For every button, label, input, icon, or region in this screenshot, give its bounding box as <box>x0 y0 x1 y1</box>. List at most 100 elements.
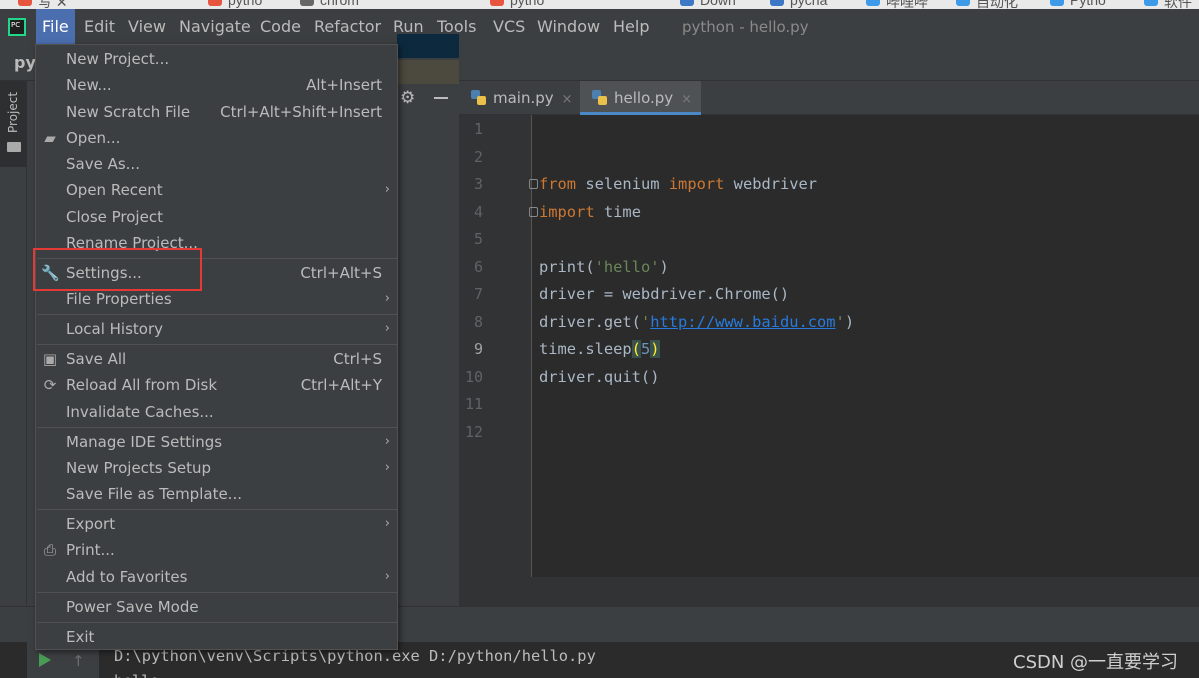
menu-item-close-project[interactable]: Close Project <box>36 204 397 230</box>
browser-tab[interactable]: pytho <box>208 0 262 9</box>
menu-item-new-project[interactable]: New Project... <box>36 46 397 72</box>
menu-item-invalidate-caches[interactable]: Invalidate Caches... <box>36 399 397 425</box>
menu-item-save-file-as-template[interactable]: Save File as Template... <box>36 481 397 507</box>
code-editor[interactable]: 1 2 3 4 5 6 7 8 9 10 11 12 from selenium… <box>459 115 1199 577</box>
code-line-4[interactable]: import time <box>539 203 641 221</box>
folder-open-icon: ▰ <box>44 129 56 147</box>
tab-favicon-icon <box>770 0 784 6</box>
menu-code[interactable]: Code <box>260 9 301 45</box>
menu-separator <box>37 427 397 428</box>
browser-tab[interactable]: 写 ✕ <box>18 0 68 9</box>
menu-refactor[interactable]: Refactor <box>314 9 381 45</box>
tab-main-py[interactable]: main.py × <box>459 81 579 115</box>
breadcrumb-project[interactable]: py <box>14 53 36 72</box>
line-number-current: 9 <box>473 340 483 358</box>
project-tree-selected-row[interactable] <box>397 34 459 58</box>
code-line-6[interactable]: print('hello') <box>539 258 669 276</box>
file-dropdown-menu: New Project... New... Alt+Insert New Scra… <box>35 44 398 650</box>
reload-icon: ⟳ <box>43 376 57 394</box>
menu-item-open-recent[interactable]: Open Recent › <box>36 177 397 203</box>
menu-item-local-history[interactable]: Local History › <box>36 316 397 342</box>
project-tool-label: Project <box>6 91 20 133</box>
chevron-right-icon: › <box>384 321 390 336</box>
menu-navigate[interactable]: Navigate <box>179 9 251 45</box>
browser-tab-strip: 写 ✕ pytho chrom pytho Down pycha 哔哩哔 自动化… <box>0 0 1199 9</box>
tab-favicon-icon <box>680 0 694 6</box>
editor-tab-bar: main.py × hello.py × <box>459 81 1199 115</box>
menu-item-save-all[interactable]: ▣ Save All Ctrl+S <box>36 346 397 372</box>
menu-item-export[interactable]: Export › <box>36 511 397 537</box>
fold-marker-icon[interactable] <box>529 207 538 217</box>
line-number: 12 <box>464 423 483 441</box>
chevron-right-icon: › <box>384 569 390 584</box>
python-file-icon <box>592 90 608 106</box>
browser-tab[interactable]: chrom <box>300 0 359 9</box>
menu-item-exit[interactable]: Exit <box>36 624 397 650</box>
chevron-right-icon: › <box>384 460 390 475</box>
code-line-9[interactable]: time.sleep(5) <box>539 340 660 358</box>
module-selenium: selenium <box>585 175 660 193</box>
watermark: CSDN @一直要学习 <box>1013 652 1179 673</box>
browser-tab[interactable]: pytho <box>490 0 544 9</box>
menu-item-new-scratch-file[interactable]: New Scratch File Ctrl+Alt+Shift+Insert <box>36 99 397 125</box>
menu-window[interactable]: Window <box>537 9 600 45</box>
menu-item-new[interactable]: New... Alt+Insert <box>36 72 397 98</box>
line-number-gutter: 1 2 3 4 5 6 7 8 9 10 11 12 <box>459 115 532 577</box>
menu-separator <box>37 592 397 593</box>
menu-file[interactable]: File <box>36 9 75 45</box>
project-tool-tab[interactable]: Project <box>0 81 27 167</box>
left-tool-strip: Project <box>0 81 27 641</box>
menu-separator <box>37 314 397 315</box>
menu-view[interactable]: View <box>128 9 166 45</box>
chevron-right-icon: › <box>384 182 390 197</box>
code-line-10[interactable]: driver.quit() <box>539 368 659 386</box>
module-time: time <box>603 203 641 221</box>
gear-icon[interactable]: ⚙ <box>400 88 415 108</box>
code-line-7[interactable]: driver = webdriver.Chrome() <box>539 285 789 303</box>
window-title: python - hello.py <box>682 18 809 36</box>
close-tab-icon[interactable]: × <box>562 92 573 107</box>
project-tree-row[interactable] <box>397 60 459 84</box>
url-link[interactable]: http://www.baidu.com <box>650 313 835 331</box>
browser-tab[interactable]: 软件 <box>1144 0 1192 9</box>
tab-favicon-icon <box>18 0 32 6</box>
menu-item-manage-ide-settings[interactable]: Manage IDE Settings › <box>36 429 397 455</box>
tab-hello-py[interactable]: hello.py × <box>580 81 701 115</box>
browser-tab[interactable]: Down <box>680 0 736 9</box>
menu-item-save-as[interactable]: Save As... <box>36 151 397 177</box>
arrow-up-icon[interactable]: ↑ <box>72 652 85 670</box>
tab-favicon-icon <box>1050 0 1064 6</box>
menu-edit[interactable]: Edit <box>84 9 115 45</box>
close-tab-icon[interactable]: × <box>681 92 692 107</box>
tab-favicon-icon <box>866 0 880 6</box>
menu-separator <box>37 344 397 345</box>
browser-tab[interactable]: 哔哩哔 <box>866 0 928 9</box>
menu-item-add-to-favorites[interactable]: Add to Favorites › <box>36 564 397 590</box>
code-line-8[interactable]: driver.get('http://www.baidu.com') <box>539 313 854 331</box>
browser-tab[interactable]: pycha <box>770 0 827 9</box>
save-icon: ▣ <box>42 350 58 368</box>
pycharm-logo-icon: PC <box>8 18 26 36</box>
chevron-right-icon: › <box>384 516 390 531</box>
menu-item-reload-all[interactable]: ⟳ Reload All from Disk Ctrl+Alt+Y <box>36 372 397 398</box>
code-line-3[interactable]: from selenium import webdriver <box>539 175 817 193</box>
minimize-icon[interactable] <box>434 97 448 99</box>
tab-favicon-icon <box>300 0 314 6</box>
menu-item-print[interactable]: ⎙ Print... <box>36 537 397 563</box>
fold-marker-icon[interactable] <box>529 179 538 189</box>
browser-tab[interactable]: 自动化 <box>956 0 1018 9</box>
menu-item-new-projects-setup[interactable]: New Projects Setup › <box>36 455 397 481</box>
menu-item-power-save-mode[interactable]: Power Save Mode <box>36 594 397 620</box>
browser-tab[interactable]: Pytho <box>1050 0 1106 9</box>
tab-favicon-icon <box>208 0 222 6</box>
line-number: 6 <box>473 258 483 276</box>
rerun-play-icon[interactable] <box>39 653 51 667</box>
menu-vcs[interactable]: VCS <box>493 9 525 45</box>
keyword-import: import <box>668 175 725 193</box>
menu-help[interactable]: Help <box>613 9 649 45</box>
name-webdriver: webdriver <box>733 175 818 193</box>
tab-favicon-icon <box>490 0 504 6</box>
chevron-right-icon: › <box>384 434 390 449</box>
menubar: PC File Edit View Navigate Code Refactor… <box>0 9 1199 45</box>
menu-item-open[interactable]: ▰ Open... <box>36 125 397 151</box>
